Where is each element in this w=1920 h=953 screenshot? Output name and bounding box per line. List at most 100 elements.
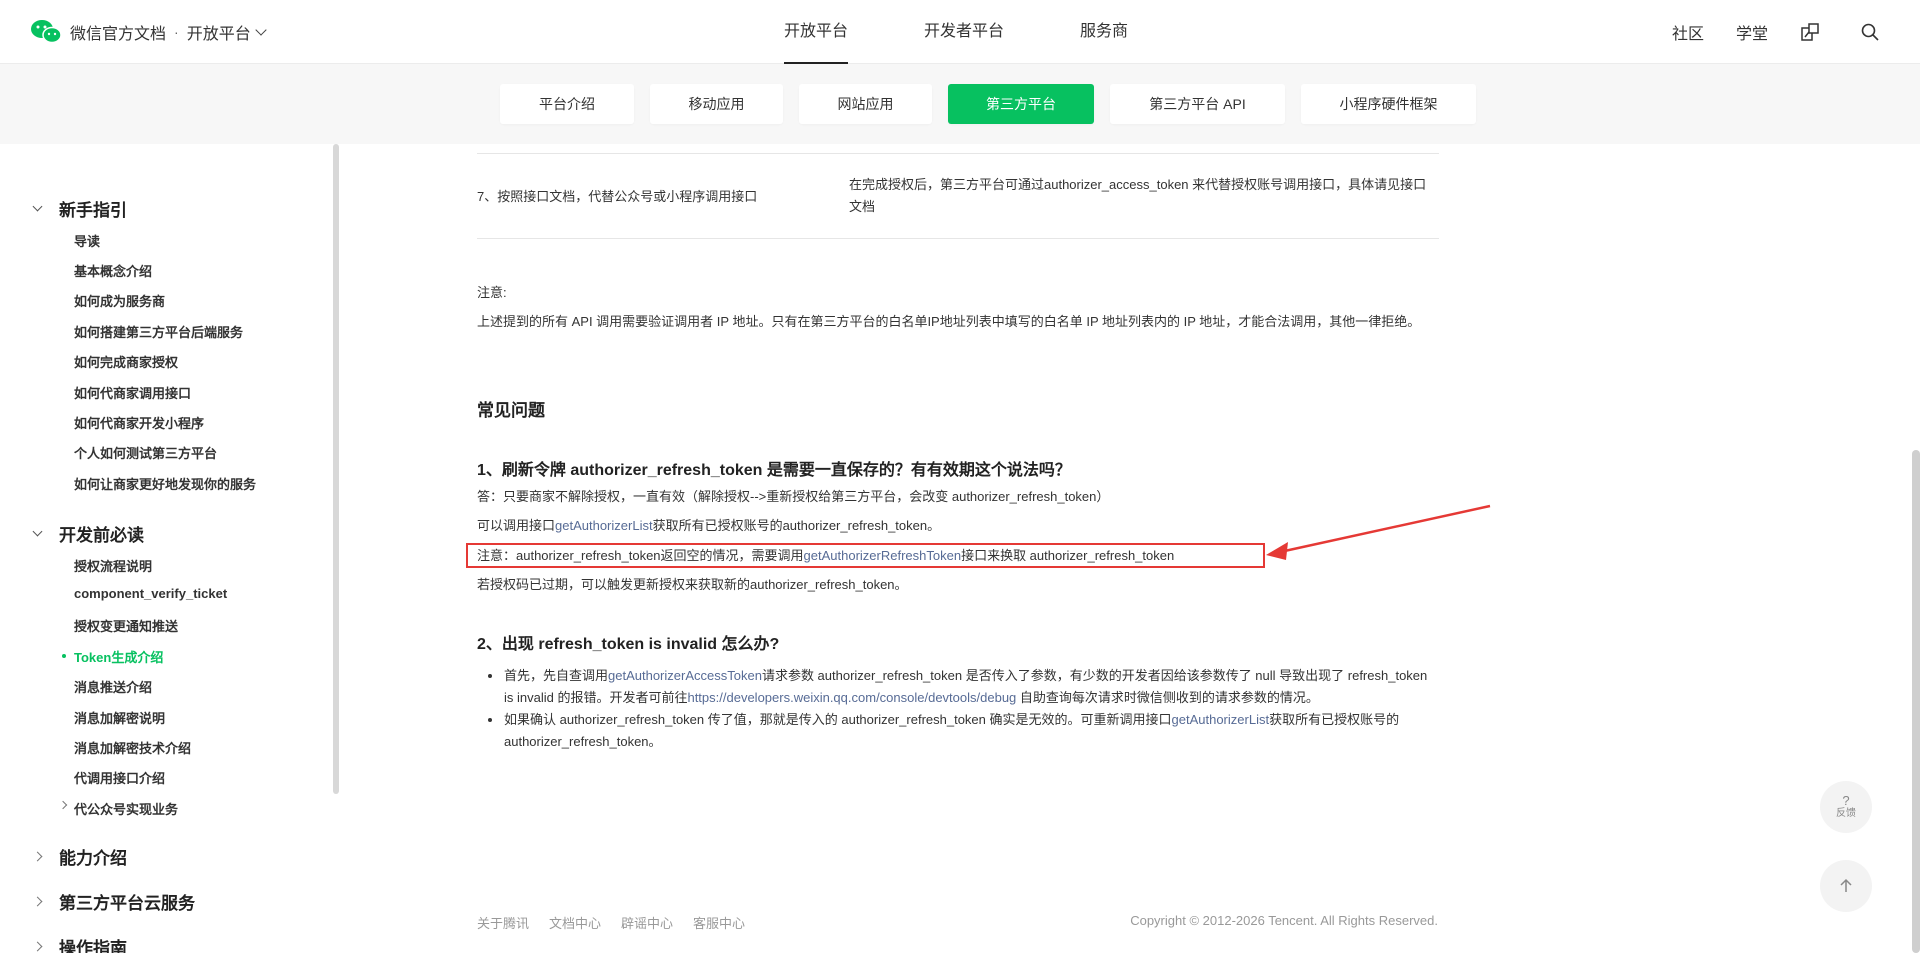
sidebar-item-token-active[interactable]: Token生成介绍 bbox=[62, 647, 164, 666]
sidebar-item[interactable]: 消息推送介绍 bbox=[74, 677, 152, 696]
sidebar-section-label: 操作指南 bbox=[59, 939, 127, 953]
getauthorizeraccesstoken-link[interactable]: getAuthorizerAccessToken bbox=[608, 668, 762, 683]
platform-dropdown[interactable]: 开放平台 bbox=[186, 20, 267, 44]
sidebar-scrollbar[interactable] bbox=[333, 144, 339, 794]
red-arrow-annotation bbox=[1266, 504, 1491, 560]
nav-developer-platform[interactable]: 开发者平台 bbox=[924, 0, 1004, 64]
tab-website-app[interactable]: 网站应用 bbox=[799, 84, 932, 124]
shortcut-icon[interactable] bbox=[1800, 22, 1820, 42]
sidebar-item[interactable]: 基本概念介绍 bbox=[74, 261, 152, 280]
footer-link-rumors[interactable]: 辟谣中心 bbox=[621, 913, 673, 932]
feedback-label: 反馈 bbox=[1836, 808, 1856, 819]
list-text: 如果确认 authorizer_refresh_token 传了值，那就是传入的… bbox=[504, 712, 1172, 727]
sidebar-section-cloud[interactable]: 第三方平台云服务 bbox=[30, 889, 195, 914]
sidebar-section-before-dev[interactable]: 开发前必读 bbox=[30, 521, 144, 546]
answer-text: 可以调用接口 bbox=[477, 518, 556, 533]
chevron-down-icon bbox=[255, 24, 267, 36]
academy-link[interactable]: 学堂 bbox=[1736, 20, 1768, 44]
subnav-bar: 平台介绍 移动应用 网站应用 第三方平台 第三方平台 API 小程序硬件框架 bbox=[0, 64, 1920, 144]
footer-links: 关于腾讯 文档中心 辟谣中心 客服中心 bbox=[477, 913, 745, 932]
sidebar-section-label: 第三方平台云服务 bbox=[59, 894, 195, 913]
sidebar-item[interactable]: 如何让商家更好地发现你的服务 bbox=[74, 474, 256, 493]
answer-text: 获取所有已授权账号的authorizer_refresh_token。 bbox=[652, 518, 941, 533]
search-icon[interactable] bbox=[1860, 22, 1880, 42]
chevron-right-icon bbox=[30, 895, 44, 909]
community-link[interactable]: 社区 bbox=[1672, 20, 1704, 44]
answer-line-4: 若授权码已过期，可以触发更新授权来获取新的authorizer_refresh_… bbox=[477, 577, 908, 592]
sidebar-item[interactable]: 导读 bbox=[74, 231, 100, 250]
platform-label: 开放平台 bbox=[186, 26, 251, 43]
page-scrollbar[interactable] bbox=[1912, 450, 1920, 953]
footer-link-about[interactable]: 关于腾讯 bbox=[477, 913, 529, 932]
back-to-top-button[interactable] bbox=[1820, 860, 1872, 912]
top-header: 微信官方文档 · 开放平台 开放平台 开发者平台 服务商 社区 学堂 bbox=[0, 0, 1920, 64]
tab-third-party-platform[interactable]: 第三方平台 bbox=[948, 84, 1094, 124]
right-nav: 社区 学堂 bbox=[1672, 0, 1920, 64]
sidebar-section-guide[interactable]: 新手指引 bbox=[30, 196, 127, 221]
devtools-debug-link[interactable]: https://developers.weixin.qq.com/console… bbox=[687, 690, 1016, 705]
list-item: 如果确认 authorizer_refresh_token 传了值，那就是传入的… bbox=[488, 709, 1439, 753]
sidebar-item[interactable]: 如何成为服务商 bbox=[74, 291, 165, 310]
table-cell-desc: 在完成授权后，第三方平台可通过authorizer_access_token 来… bbox=[849, 177, 1427, 214]
note-label: 注意: bbox=[477, 285, 507, 300]
answer-line-1: 答：只要商家不解除授权，一直有效（解除授权-->重新授权给第三方平台，会改变 a… bbox=[477, 489, 1110, 504]
sidebar-item[interactable]: 如何完成商家授权 bbox=[74, 352, 178, 371]
wechat-logo-icon[interactable] bbox=[30, 18, 62, 46]
main-nav: 开放平台 开发者平台 服务商 bbox=[784, 0, 1204, 64]
sidebar-item-label: Token生成介绍 bbox=[74, 650, 164, 665]
sidebar-item-expandable[interactable]: 代公众号实现业务 bbox=[74, 799, 178, 818]
sidebar-item[interactable]: component_verify_ticket bbox=[74, 586, 227, 601]
sidebar-item-label: 代公众号实现业务 bbox=[74, 802, 179, 817]
list-item: 首先，先自查调用getAuthorizerAccessToken请求参数 aut… bbox=[488, 665, 1439, 709]
faq-question-2: 2、出现 refresh_token is invalid 怎么办? bbox=[477, 636, 780, 653]
sidebar-item[interactable]: 如何代商家开发小程序 bbox=[74, 413, 204, 432]
chevron-right-icon bbox=[30, 850, 44, 864]
arrow-up-icon bbox=[1840, 878, 1852, 892]
answer-list: 首先，先自查调用getAuthorizerAccessToken请求参数 aut… bbox=[488, 665, 1439, 753]
sidebar: 新手指引 导读 基本概念介绍 如何成为服务商 如何搭建第三方平台后端服务 如何完… bbox=[0, 144, 340, 953]
sidebar-item[interactable]: 授权变更通知推送 bbox=[74, 616, 178, 635]
tab-miniprogram-hardware[interactable]: 小程序硬件框架 bbox=[1301, 84, 1476, 124]
footer-link-docs[interactable]: 文档中心 bbox=[549, 913, 601, 932]
tab-platform-intro[interactable]: 平台介绍 bbox=[500, 84, 634, 124]
list-text: 自助查询每次请求时微信侧收到的请求参数的情况。 bbox=[1016, 690, 1319, 705]
chevron-right-icon bbox=[60, 802, 66, 808]
feedback-button[interactable]: ? 反馈 bbox=[1820, 781, 1872, 833]
faq-question-1: 1、刷新令牌 authorizer_refresh_token 是需要一直保存的… bbox=[477, 462, 1071, 479]
chevron-down-icon bbox=[30, 202, 44, 216]
sidebar-item[interactable]: 个人如何测试第三方平台 bbox=[74, 443, 217, 462]
subnav-tabs: 平台介绍 移动应用 网站应用 第三方平台 第三方平台 API 小程序硬件框架 bbox=[500, 84, 1476, 124]
footer-link-support[interactable]: 客服中心 bbox=[693, 913, 745, 932]
getauthorizerlist-link[interactable]: getAuthorizerList bbox=[1172, 712, 1270, 727]
sidebar-item[interactable]: 如何搭建第三方平台后端服务 bbox=[74, 322, 243, 341]
sidebar-item[interactable]: 消息加解密说明 bbox=[74, 708, 165, 727]
note-text: 上述提到的所有 API 调用需要验证调用者 IP 地址。只有在第三方平台的白名单… bbox=[477, 314, 1421, 329]
chevron-down-icon bbox=[30, 527, 44, 541]
highlight-annotation-box bbox=[466, 543, 1265, 568]
brand: 微信官方文档 · 开放平台 bbox=[70, 20, 267, 44]
sidebar-section-label: 新手指引 bbox=[59, 201, 127, 220]
question-icon: ? bbox=[1842, 793, 1850, 808]
brand-separator: · bbox=[174, 24, 179, 40]
sidebar-item[interactable]: 如何代商家调用接口 bbox=[74, 383, 191, 402]
sidebar-item[interactable]: 代调用接口介绍 bbox=[74, 768, 165, 787]
brand-title[interactable]: 微信官方文档 bbox=[70, 20, 166, 44]
tab-mobile-app[interactable]: 移动应用 bbox=[650, 84, 783, 124]
sidebar-item[interactable]: 授权流程说明 bbox=[74, 556, 152, 575]
table-row: 7、按照接口文档，代替公众号或小程序调用接口 在完成授权后，第三方平台可通过au… bbox=[477, 153, 1439, 239]
sidebar-item[interactable]: 消息加解密技术介绍 bbox=[74, 738, 191, 757]
nav-service-provider[interactable]: 服务商 bbox=[1080, 0, 1128, 64]
tab-third-party-api[interactable]: 第三方平台 API bbox=[1110, 84, 1285, 124]
sidebar-section-label: 开发前必读 bbox=[59, 526, 144, 545]
list-text: 首先，先自查调用 bbox=[504, 668, 609, 683]
active-bullet bbox=[62, 654, 66, 658]
sidebar-section-capabilities[interactable]: 能力介绍 bbox=[30, 844, 127, 869]
getauthorizerlist-link[interactable]: getAuthorizerList bbox=[555, 518, 653, 533]
chevron-right-icon bbox=[30, 940, 44, 953]
sidebar-section-operations[interactable]: 操作指南 bbox=[30, 934, 127, 953]
answer-line-2: 可以调用接口getAuthorizerList获取所有已授权账号的authori… bbox=[477, 515, 940, 537]
copyright: Copyright © 2012-2026 Tencent. All Right… bbox=[1130, 913, 1438, 928]
nav-open-platform[interactable]: 开放平台 bbox=[784, 0, 849, 64]
faq-heading: 常见问题 bbox=[477, 401, 545, 420]
sidebar-section-label: 能力介绍 bbox=[59, 849, 127, 868]
